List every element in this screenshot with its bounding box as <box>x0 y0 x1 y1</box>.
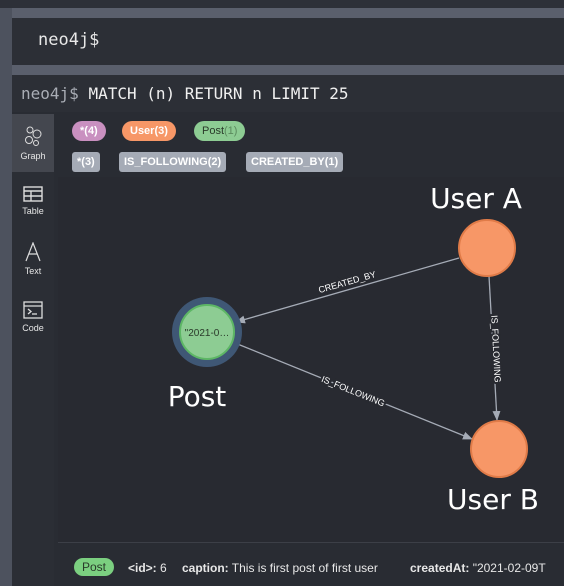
sidebar-item-label: Text <box>24 266 42 276</box>
left-rail <box>0 8 12 586</box>
node-inner-caption: "2021-0… <box>185 328 230 339</box>
sidebar-item-label: Code <box>22 323 44 333</box>
sidebar-item-code[interactable]: Code <box>12 288 54 346</box>
query-text: MATCH (n) RETURN n LIMIT 25 <box>88 84 349 103</box>
legend-label-all[interactable]: *(4) <box>72 121 106 141</box>
node-caption: User B <box>447 483 539 516</box>
legend-rel-is-following[interactable]: IS_FOLLOWING(2) <box>119 152 227 172</box>
top-bar <box>0 0 564 8</box>
prop-caption: caption: This is first post of first use… <box>182 561 378 575</box>
code-icon <box>23 301 43 319</box>
edge-label: IS_FOLLOWING <box>320 374 386 409</box>
legend-rel-created-by[interactable]: CREATED_BY(1) <box>246 152 344 172</box>
edge-is-following-a-b[interactable]: IS_FOLLOWING <box>487 275 505 421</box>
graph-legend: *(4) User(3) Post(1) *(3) IS_FOLLOWING(2… <box>58 114 564 177</box>
edge-is-following-post-b[interactable]: IS_FOLLOWING <box>234 342 473 440</box>
footer-label-post[interactable]: Post <box>74 558 115 576</box>
edge-label: CREATED_BY <box>317 269 377 295</box>
legend-rel-all[interactable]: *(3) <box>72 152 100 172</box>
sidebar-item-label: Table <box>22 206 44 216</box>
prop-created-at: createdAt: "2021-02-09T <box>410 561 546 575</box>
query-prompt: neo4j$ <box>21 84 79 103</box>
sidebar-item-text[interactable]: Text <box>12 230 54 288</box>
edge-created-by[interactable]: CREATED_BY <box>235 257 460 324</box>
frame-query[interactable]: neo4j$ MATCH (n) RETURN n LIMIT 25 <box>12 75 564 112</box>
sidebar-item-label: Graph <box>20 151 46 161</box>
view-sidebar: Graph Table Text Code <box>12 114 54 586</box>
legend-label-post[interactable]: Post(1) <box>194 121 246 141</box>
inspector-footer: Post <id>: 6 caption: This is first post… <box>58 542 564 586</box>
node-user-b[interactable]: User B <box>447 420 539 516</box>
sidebar-item-graph[interactable]: Graph <box>12 114 54 172</box>
graph-view[interactable]: *(4) User(3) Post(1) *(3) IS_FOLLOWING(2… <box>58 114 564 586</box>
query-editor[interactable]: neo4j$ <box>12 18 564 65</box>
node-caption: User A <box>430 182 522 215</box>
edge-label: IS_FOLLOWING <box>489 315 503 383</box>
result-frame: neo4j$ MATCH (n) RETURN n LIMIT 25 Graph… <box>12 75 564 586</box>
node-post[interactable]: "2021-0… Post <box>168 297 242 413</box>
table-icon <box>23 186 43 202</box>
graph-icon <box>25 126 42 146</box>
editor-prompt: neo4j$ <box>38 30 100 50</box>
text-icon <box>25 242 41 262</box>
graph-canvas[interactable]: CREATED_BY IS_FOLLOWING IS_FOLLOWING Use… <box>58 177 564 542</box>
sidebar-item-table[interactable]: Table <box>12 172 54 230</box>
prop-id: <id>: 6 <box>128 561 167 575</box>
legend-label-user[interactable]: User(3) <box>122 121 176 141</box>
node-caption: Post <box>168 380 227 413</box>
